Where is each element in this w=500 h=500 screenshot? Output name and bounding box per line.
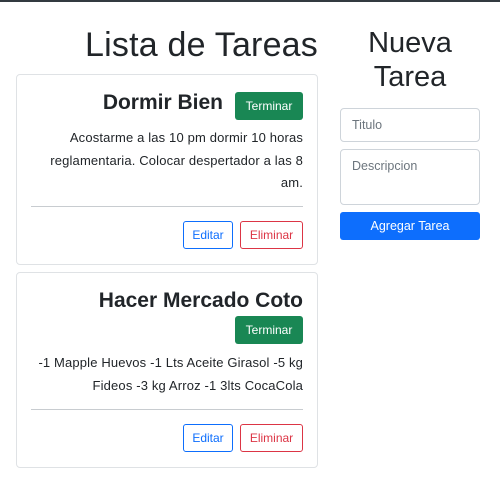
task-card: Dormir Bien Terminar Acostarme a las 10 …: [16, 74, 318, 265]
finish-task-button[interactable]: Terminar: [235, 92, 303, 120]
task-title: Hacer Mercado Coto: [98, 289, 303, 312]
card-divider: [31, 206, 303, 207]
top-border: [0, 0, 500, 2]
card-divider: [31, 409, 303, 410]
delete-task-button[interactable]: Eliminar: [240, 221, 303, 249]
new-task-heading-line1: Nueva: [368, 27, 452, 59]
edit-task-button[interactable]: Editar: [183, 221, 233, 249]
task-description: Acostarme a las 10 pm dormir 10 horas re…: [50, 130, 303, 190]
add-task-button[interactable]: Agregar Tarea: [340, 212, 480, 240]
new-task-heading: Nueva Tarea: [340, 26, 480, 94]
task-title: Dormir Bien: [102, 91, 223, 114]
task-list-heading: Lista de Tareas: [85, 26, 318, 64]
delete-task-button[interactable]: Eliminar: [240, 424, 303, 452]
finish-task-button[interactable]: Terminar: [235, 316, 303, 344]
description-input[interactable]: [340, 149, 480, 205]
new-task-heading-line2: Tarea: [373, 61, 447, 93]
edit-task-button[interactable]: Editar: [183, 424, 233, 452]
title-input[interactable]: [340, 108, 480, 142]
task-card: Hacer Mercado Coto Terminar -1 Mapple Hu…: [16, 272, 318, 468]
task-description: -1 Mapple Huevos -1 Lts Aceite Girasol -…: [38, 355, 303, 393]
